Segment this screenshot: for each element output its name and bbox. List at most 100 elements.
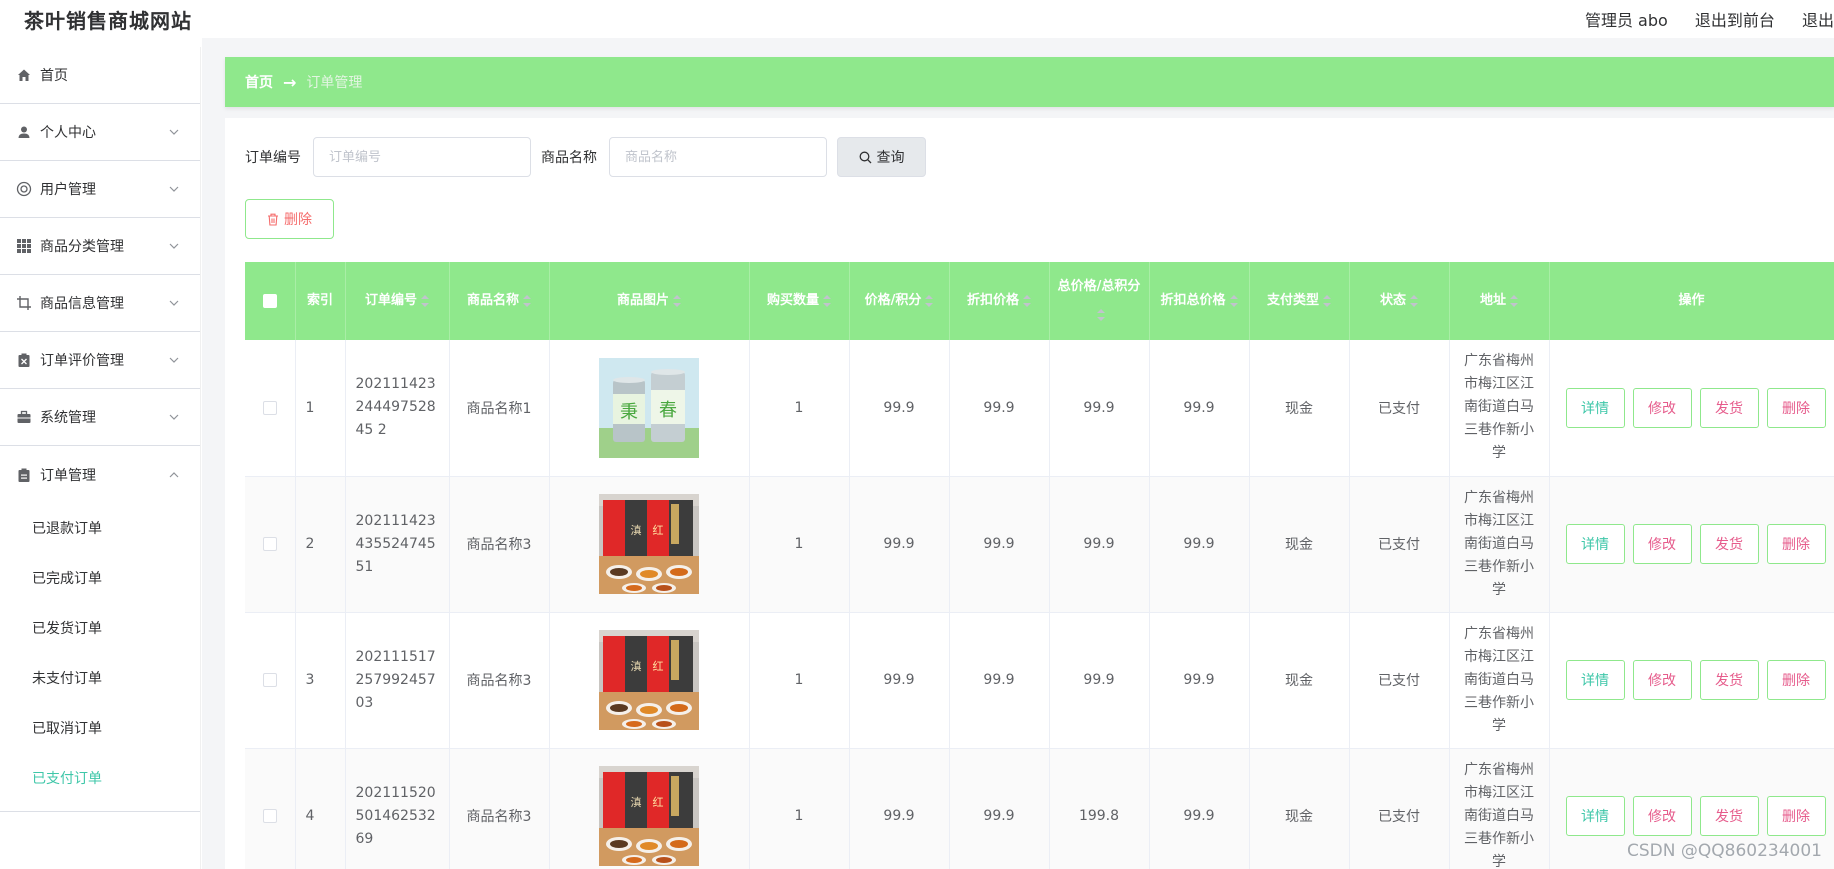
chevron-down-icon [168,297,180,309]
edit-button[interactable]: 修改 [1632,524,1692,564]
row-checkbox[interactable] [262,809,277,823]
row-checkbox[interactable] [262,537,277,551]
cell-price: 99.9 [849,340,950,477]
goods-image[interactable]: 滇红 [599,630,699,730]
goods-image[interactable]: 滇红 [599,766,699,866]
sort-icon[interactable] [1323,294,1331,307]
sort-icon[interactable] [1097,308,1105,321]
cell-pay-type: 现金 [1249,340,1350,477]
query-button[interactable]: 查询 [837,137,926,177]
goods-image[interactable]: 秉春 [599,357,699,458]
batch-delete-button[interactable]: 删除 [245,199,334,239]
column-header-quantity[interactable]: 购买数量 [749,262,850,340]
column-header-address[interactable]: 地址 [1449,262,1550,340]
breadcrumb-home[interactable]: 首页 [245,72,273,92]
logout-link[interactable]: 退出 [1802,11,1834,30]
cell-discount-price: 99.9 [949,476,1050,613]
sidebar-item-category-management[interactable]: 商品分类管理 [0,218,200,275]
detail-button[interactable]: 详情 [1565,796,1625,836]
exit-front-link[interactable]: 退出到前台 [1695,11,1775,30]
detail-button[interactable]: 详情 [1565,660,1625,700]
table-body: 1 20211142324449752845 2 商品名称1 秉春 1 99.9 99.9 9… [245,340,1834,869]
grid-icon [16,238,32,254]
sort-icon[interactable] [1229,294,1238,307]
submenu-item-cancelled[interactable]: 已取消订单 [0,703,200,753]
submenu-item-shipped[interactable]: 已发货订单 [0,603,200,653]
submenu-item-paid[interactable]: 已支付订单 [0,753,200,803]
goods-name-input[interactable] [609,137,827,177]
delete-button[interactable]: 删除 [1766,796,1826,836]
delete-button[interactable]: 删除 [1766,660,1826,700]
chevron-up-icon [168,469,180,481]
cell-discount-total: 99.9 [1149,340,1250,477]
site-title: 茶叶销售商城网站 [24,9,192,33]
column-header-discount-price[interactable]: 折扣价格 [949,262,1050,340]
edit-button[interactable]: 修改 [1632,660,1692,700]
ship-button[interactable]: 发货 [1699,387,1759,428]
sidebar-item-label: 商品信息管理 [40,296,124,312]
sort-icon[interactable] [1510,294,1518,307]
row-actions: 详情 修改 发货 删除 [1558,796,1826,836]
sidebar-item-home[interactable]: 首页 [0,47,200,104]
column-header-pay-type[interactable]: 支付类型 [1249,262,1350,340]
sort-icon[interactable] [523,294,531,307]
detail-button[interactable]: 详情 [1565,524,1625,564]
sidebar-item-system-management[interactable]: 系统管理 [0,389,200,446]
cell-quantity: 1 [749,612,850,749]
column-header-total-price[interactable]: 总价格/总积分 [1049,262,1150,340]
watermark: CSDN @QQ860234001 [1627,841,1822,861]
sort-icon[interactable] [1410,294,1418,307]
orders-table-wrapper: 索引 订单编号 商品名称 商品图片 购买数量 价格/积分 折扣价格 总价格/总积… [245,262,1834,869]
column-header-goods-name[interactable]: 商品名称 [449,262,550,340]
column-header-status[interactable]: 状态 [1349,262,1450,340]
sidebar-item-order-management[interactable]: 订单管理 [0,446,200,503]
submenu-item-unpaid[interactable]: 未支付订单 [0,653,200,703]
cell-discount-total: 99.9 [1149,748,1250,869]
order-no-input[interactable] [313,137,531,177]
crop-icon [16,295,32,311]
goods-image[interactable]: 滇红 [599,494,699,594]
delete-button[interactable]: 删除 [1766,387,1826,428]
edit-button[interactable]: 修改 [1632,387,1692,428]
admin-label: 管理员 abo [1584,11,1668,30]
delete-button[interactable]: 删除 [1766,524,1826,564]
submenu-item-refunded[interactable]: 已退款订单 [0,503,200,553]
column-header-index[interactable]: 索引 [295,262,346,340]
sidebar-item-goods-info-management[interactable]: 商品信息管理 [0,275,200,332]
ship-button[interactable]: 发货 [1699,524,1759,564]
submenu-item-completed[interactable]: 已完成订单 [0,553,200,603]
chevron-down-icon [168,354,180,366]
select-all-checkbox[interactable] [262,293,277,308]
sidebar-item-user-management[interactable]: 用户管理 [0,161,200,218]
edit-button[interactable]: 修改 [1632,796,1692,836]
column-header-price[interactable]: 价格/积分 [849,262,950,340]
cell-pay-type: 现金 [1249,748,1350,869]
table-row: 2 20211142343552474551 商品名称3 滇红 1 99.9 99.9 99.… [245,476,1834,613]
cell-price: 99.9 [849,612,950,749]
detail-button[interactable]: 详情 [1565,387,1625,428]
sort-icon[interactable] [1023,294,1031,307]
column-header-discount-total[interactable]: 折扣总价格 [1149,262,1250,340]
sidebar-item-order-review-management[interactable]: 订单评价管理 [0,332,200,389]
sidebar-item-label: 订单管理 [40,467,96,484]
column-header-goods-image[interactable]: 商品图片 [549,262,750,340]
row-checkbox[interactable] [262,400,277,415]
svg-text:滇: 滇 [631,795,642,809]
row-actions: 详情 修改 发货 删除 [1558,387,1826,428]
cell-price: 99.9 [849,476,950,613]
sort-icon[interactable] [925,294,934,307]
cell-index: 3 [295,612,346,749]
ship-button[interactable]: 发货 [1699,660,1759,700]
row-actions: 详情 修改 发货 删除 [1558,660,1826,700]
cell-quantity: 1 [749,748,850,869]
column-header-order-no[interactable]: 订单编号 [345,262,450,340]
row-checkbox[interactable] [262,673,277,687]
cell-goods-image: 秉春 [549,340,750,477]
sort-icon[interactable] [673,294,681,307]
cell-actions: 详情 修改 发货 删除 [1549,476,1834,613]
breadcrumb-current: 订单管理 [306,75,363,91]
sort-icon[interactable] [421,294,429,307]
sort-icon[interactable] [823,294,831,307]
sidebar-item-personal-center[interactable]: 个人中心 [0,104,200,161]
ship-button[interactable]: 发货 [1699,796,1759,836]
